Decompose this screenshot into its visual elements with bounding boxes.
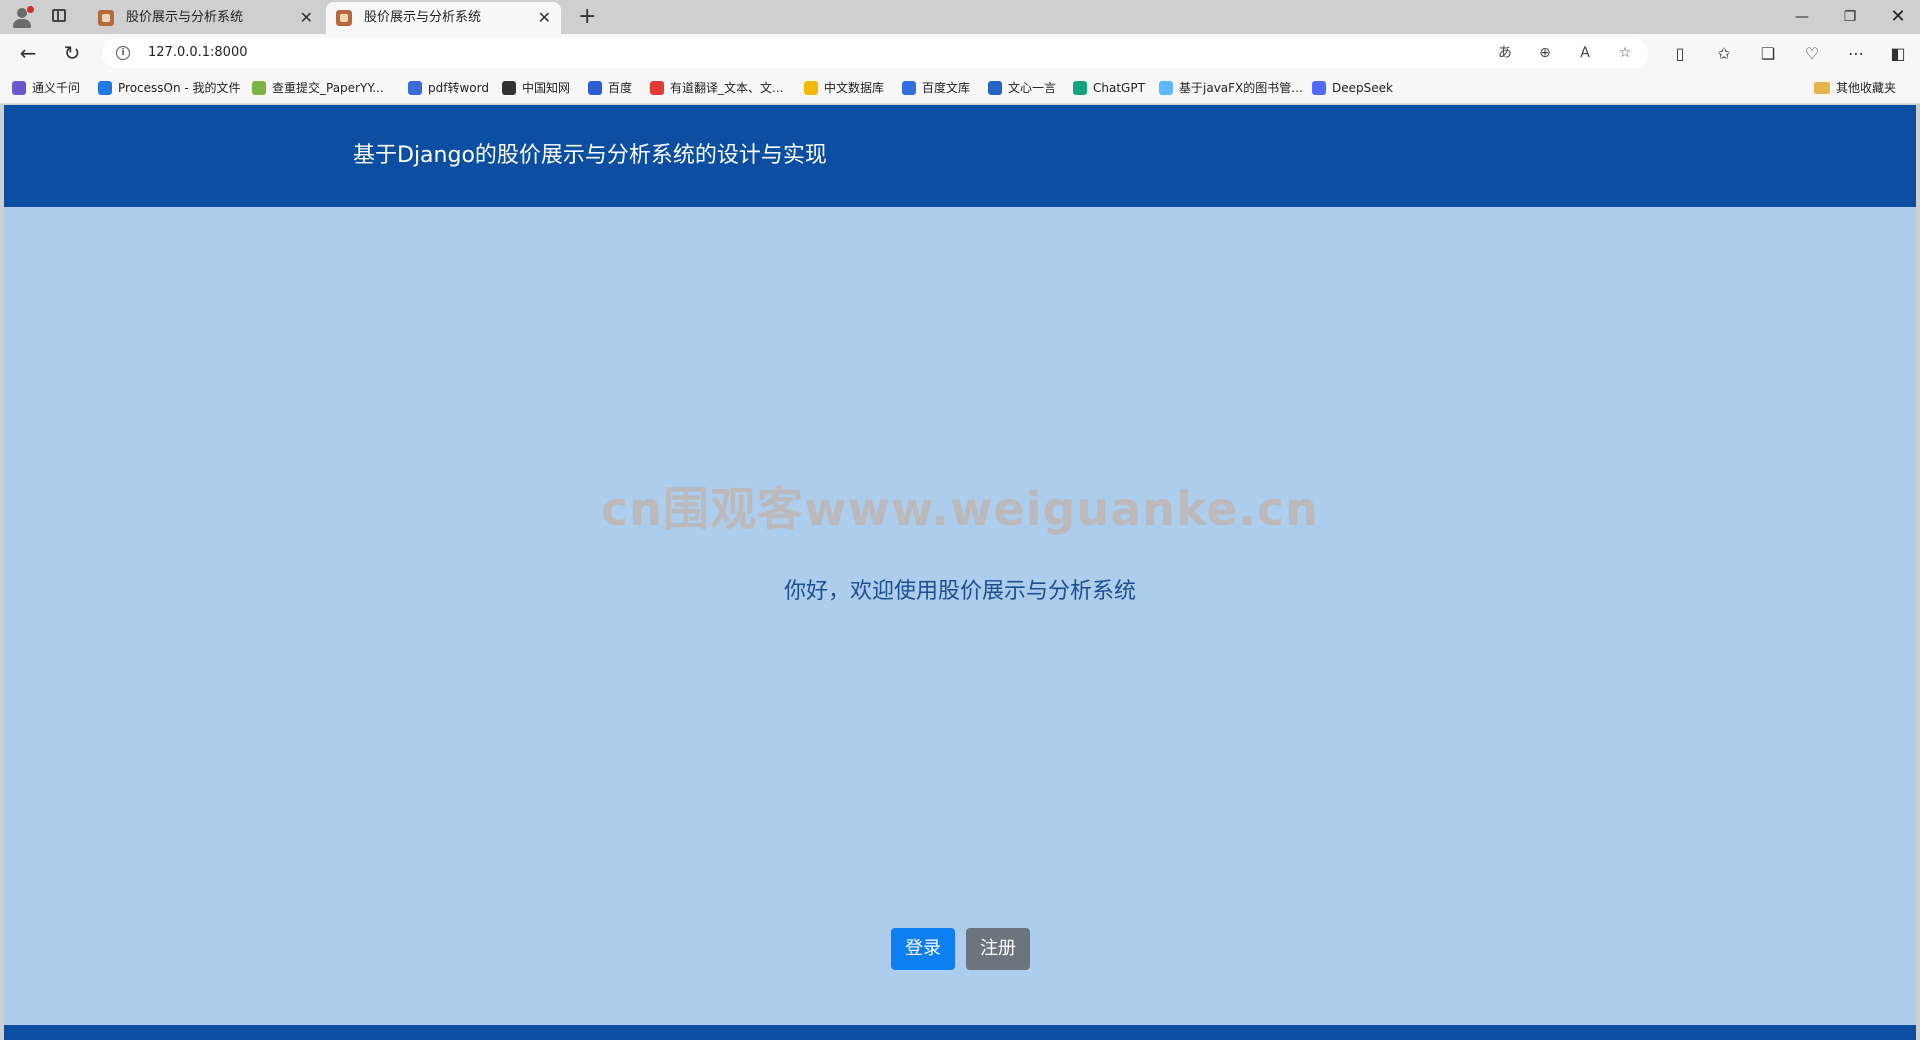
register-button[interactable]: 注册 bbox=[966, 928, 1030, 970]
page-title: 基于Django的股价展示与分析系统的设计与实现 bbox=[353, 143, 827, 168]
close-tab-icon[interactable]: ✕ bbox=[538, 2, 551, 34]
bookmark-label: DeepSeek bbox=[1332, 81, 1393, 95]
bookmark-item[interactable]: 有道翻译_文本、文... bbox=[650, 72, 783, 104]
favorite-star-icon[interactable]: ☆ bbox=[1615, 43, 1635, 63]
bookmark-item[interactable]: 中文数据库 bbox=[804, 72, 884, 104]
translate-icon[interactable]: あ bbox=[1495, 43, 1515, 63]
folder-label: 其他收藏夹 bbox=[1835, 81, 1896, 95]
bookmark-icon bbox=[502, 81, 516, 95]
bookmark-icon bbox=[988, 81, 1002, 95]
sidebar-toggle-icon[interactable]: ◧ bbox=[1887, 43, 1909, 65]
bookmark-label: 基于javaFX的图书管... bbox=[1179, 81, 1303, 95]
bookmark-item[interactable]: 中国知网 bbox=[502, 72, 570, 104]
reload-icon[interactable]: ↻ bbox=[58, 40, 86, 66]
welcome-message: 你好，欢迎使用股价展示与分析系统 bbox=[783, 579, 1136, 604]
bookmark-item[interactable]: ChatGPT bbox=[1073, 72, 1145, 104]
bookmark-icon bbox=[98, 81, 112, 95]
bookmark-label: 百度文库 bbox=[922, 81, 971, 95]
bookmark-item[interactable]: 查重提交_PaperYY... bbox=[252, 72, 384, 104]
bookmark-label: 有道翻译_文本、文... bbox=[670, 81, 784, 95]
zoom-icon[interactable]: ⊕ bbox=[1535, 43, 1555, 63]
bookmark-icon bbox=[12, 81, 26, 95]
tab-1[interactable]: 股价展示与分析系统 ✕ bbox=[88, 2, 323, 34]
more-menu-icon[interactable]: ⋯ bbox=[1845, 43, 1867, 65]
bookmark-label: ChatGPT bbox=[1093, 81, 1145, 95]
tab-strip: 股价展示与分析系统 ✕ 股价展示与分析系统 ✕ + — ❐ ✕ bbox=[0, 0, 1920, 34]
bookmark-item[interactable]: 通义千问 bbox=[12, 72, 80, 104]
browser-essentials-icon[interactable]: ♡ bbox=[1801, 43, 1823, 65]
address-bar[interactable]: i 127.0.0.1:8000 あ ⊕ A ☆ bbox=[102, 38, 1648, 68]
folder-icon bbox=[1813, 82, 1830, 94]
tab-title: 股价展示与分析系统 bbox=[364, 10, 482, 25]
site-info-icon[interactable]: i bbox=[116, 46, 130, 60]
url-text[interactable]: 127.0.0.1:8000 bbox=[148, 38, 248, 68]
collections-icon[interactable]: ❏ bbox=[1757, 43, 1779, 65]
site-footer bbox=[4, 1025, 1916, 1040]
bookmark-icon bbox=[1312, 81, 1326, 95]
site-header: 基于Django的股价展示与分析系统的设计与实现 bbox=[4, 105, 1916, 207]
bookmark-icon bbox=[252, 81, 266, 95]
bookmark-icon bbox=[650, 81, 664, 95]
site-favicon-icon bbox=[98, 10, 114, 26]
close-tab-icon[interactable]: ✕ bbox=[300, 2, 313, 34]
restore-button[interactable]: ❐ bbox=[1828, 0, 1872, 34]
tab-2[interactable]: 股价展示与分析系统 ✕ bbox=[326, 2, 561, 34]
new-tab-button[interactable]: + bbox=[578, 2, 596, 32]
read-aloud-icon[interactable]: A bbox=[1575, 43, 1595, 63]
watermark: cn围观客www.weiguanke.cn bbox=[600, 482, 1319, 536]
bookmark-item[interactable]: 百度 bbox=[588, 72, 632, 104]
bookmark-item[interactable]: DeepSeek bbox=[1312, 72, 1393, 104]
browser-toolbar: ← ↻ i 127.0.0.1:8000 あ ⊕ A ☆ ▯ ✩ ❏ ♡ ⋯ ◧ bbox=[0, 34, 1920, 72]
site-favicon-icon bbox=[336, 10, 352, 26]
bookmark-label: 通义千问 bbox=[32, 81, 81, 95]
bookmark-icon bbox=[1159, 81, 1173, 95]
minimize-button[interactable]: — bbox=[1780, 0, 1824, 34]
bookmark-label: 中文数据库 bbox=[824, 81, 885, 95]
other-bookmarks-folder[interactable]: 其他收藏夹 bbox=[1813, 72, 1896, 104]
bookmark-icon bbox=[588, 81, 602, 95]
bookmark-label: ProcessOn - 我的文件 bbox=[118, 81, 241, 95]
bookmark-item[interactable]: 百度文库 bbox=[902, 72, 970, 104]
bookmark-item[interactable]: 基于javaFX的图书管... bbox=[1159, 72, 1303, 104]
split-screen-icon[interactable]: ▯ bbox=[1669, 43, 1691, 65]
back-arrow-icon[interactable]: ← bbox=[14, 40, 42, 66]
bookmark-label: pdf转word bbox=[428, 81, 489, 95]
close-window-button[interactable]: ✕ bbox=[1876, 0, 1920, 34]
bookmark-item[interactable]: ProcessOn - 我的文件 bbox=[98, 72, 241, 104]
bookmark-item[interactable]: 文心一言 bbox=[988, 72, 1056, 104]
bookmark-item[interactable]: pdf转word bbox=[408, 72, 489, 104]
bookmark-icon bbox=[1073, 81, 1087, 95]
bookmark-label: 文心一言 bbox=[1008, 81, 1057, 95]
workspaces-icon[interactable] bbox=[52, 9, 66, 22]
login-button[interactable]: 登录 bbox=[891, 928, 955, 970]
favorites-icon[interactable]: ✩ bbox=[1713, 43, 1735, 65]
bookmarks-bar: 通义千问 ProcessOn - 我的文件 查重提交_PaperYY... pd… bbox=[0, 72, 1920, 104]
tab-title: 股价展示与分析系统 bbox=[126, 10, 244, 25]
bookmark-icon bbox=[902, 81, 916, 95]
page-viewport: 基于Django的股价展示与分析系统的设计与实现 cn围观客www.weigua… bbox=[4, 105, 1916, 1040]
profile-icon[interactable] bbox=[10, 6, 34, 28]
bookmark-label: 百度 bbox=[608, 81, 633, 95]
bookmark-icon bbox=[408, 81, 422, 95]
bookmark-label: 查重提交_PaperYY... bbox=[272, 81, 384, 95]
bookmark-icon bbox=[804, 81, 818, 95]
bookmark-label: 中国知网 bbox=[522, 81, 571, 95]
